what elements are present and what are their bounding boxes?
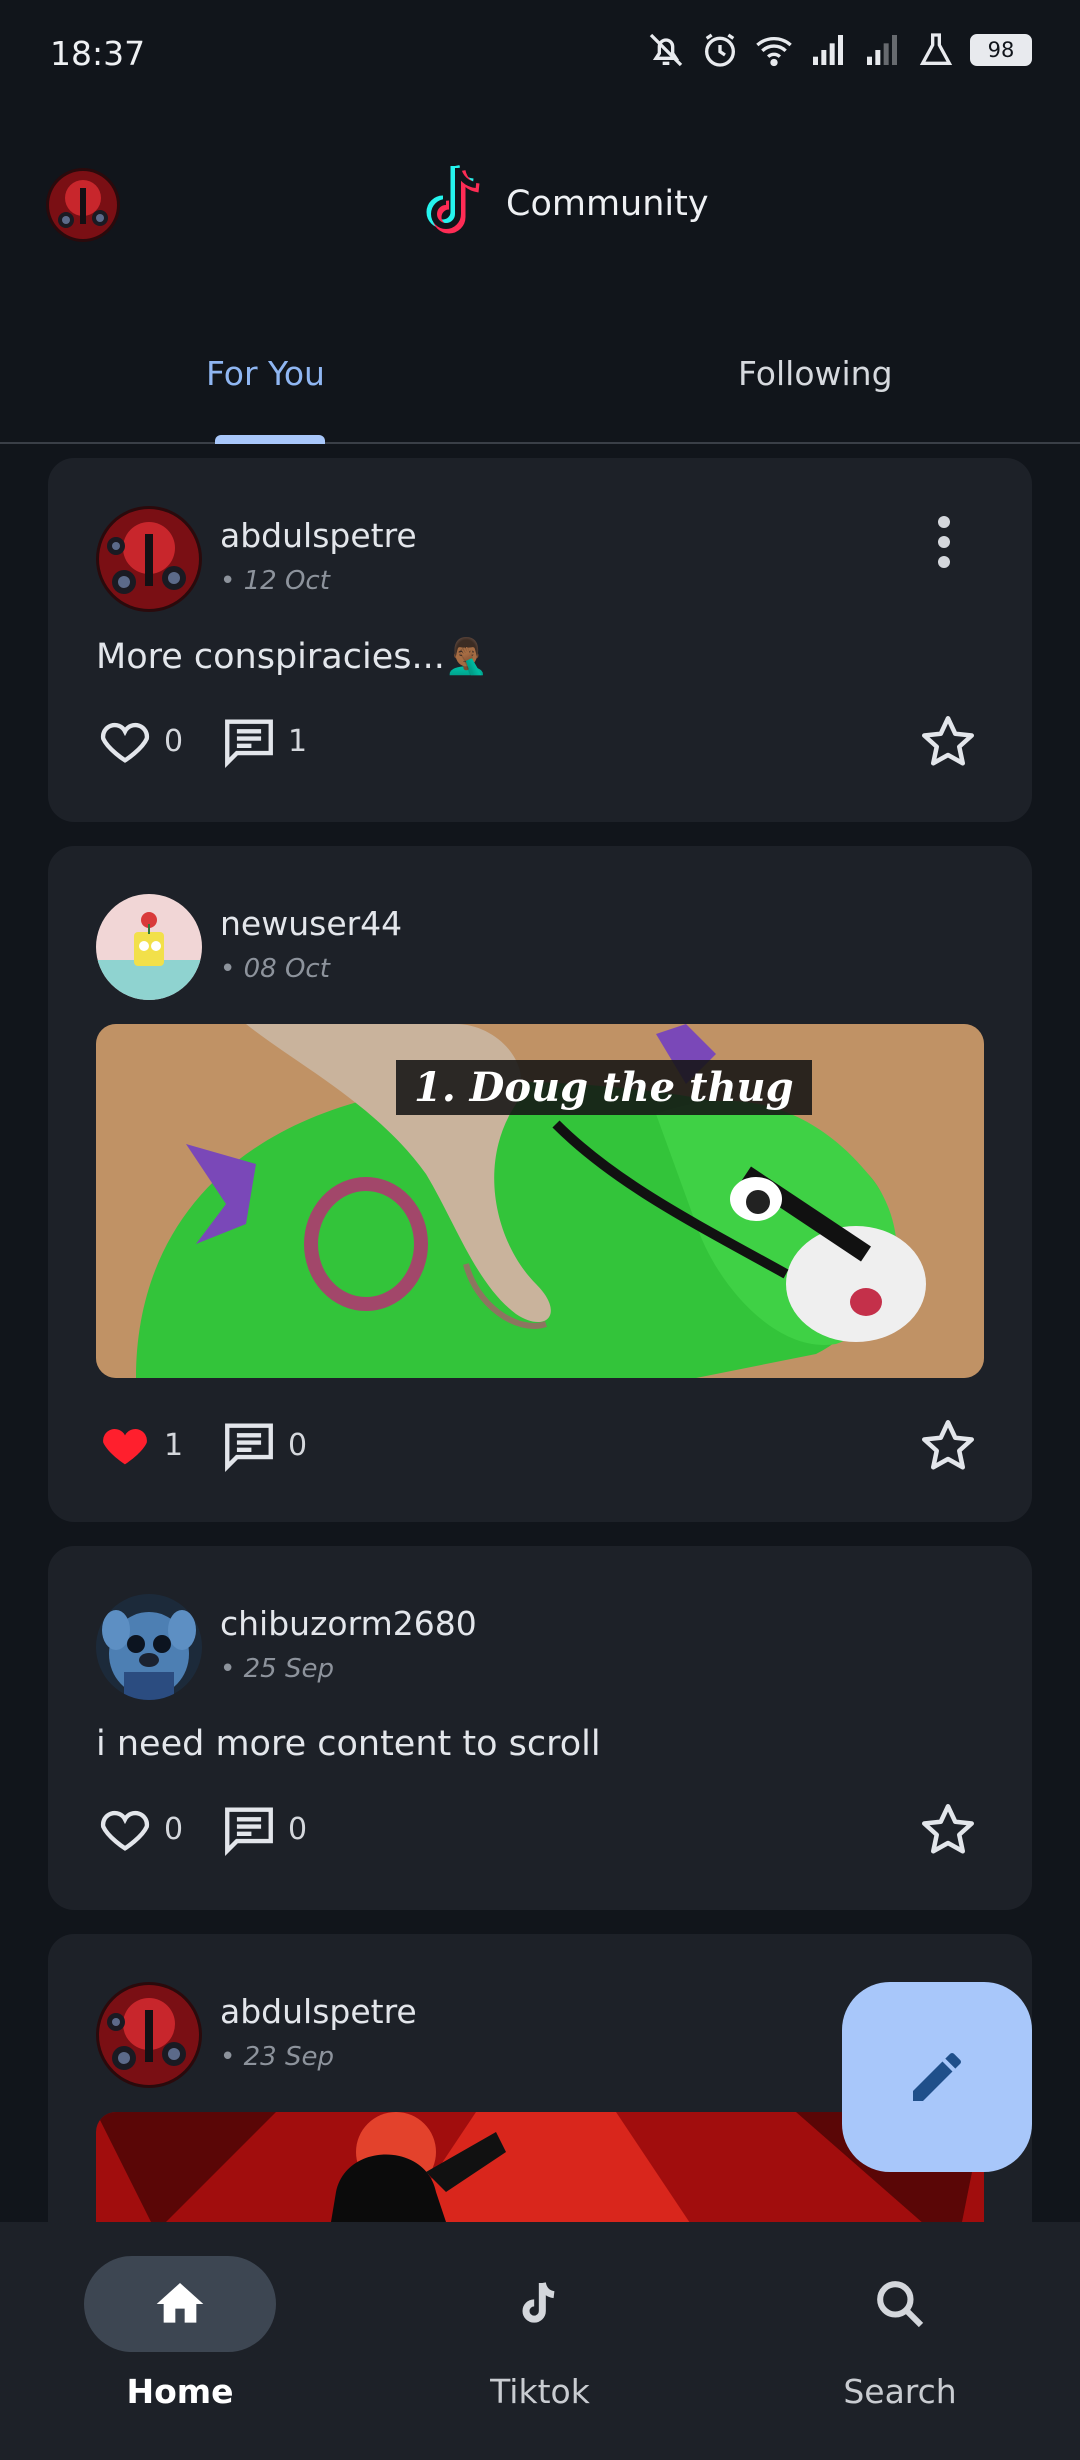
- search-icon: [877, 2281, 924, 2328]
- feed-tabs: For You Following: [0, 330, 1080, 444]
- post-card[interactable]: newuser44 • 08 Oct 1. Doug the thug 1 0: [48, 846, 1032, 1522]
- author-avatar[interactable]: [96, 1594, 202, 1700]
- like-count: 0: [164, 1811, 184, 1847]
- post-date: • 08 Oct: [220, 954, 330, 984]
- image-caption: 1. Doug the thug: [396, 1060, 812, 1115]
- signal-icon: [813, 35, 843, 65]
- post-actions: 0 1: [96, 712, 326, 770]
- post-card[interactable]: chibuzorm2680 • 25 Sep i need more conte…: [48, 1546, 1032, 1910]
- nav-home[interactable]: Home: [60, 2256, 300, 2436]
- comment-count: 1: [288, 723, 308, 759]
- star-icon[interactable]: [918, 1800, 978, 1860]
- author-avatar[interactable]: [96, 506, 202, 612]
- like-icon[interactable]: [96, 1800, 154, 1858]
- flask-icon: [919, 33, 953, 65]
- tiktok-logo: [426, 164, 480, 234]
- author-username[interactable]: newuser44: [220, 904, 402, 943]
- comment-count: 0: [288, 1427, 308, 1463]
- status-bar: 18:37 98: [0, 0, 1080, 110]
- tab-following[interactable]: Following: [738, 354, 893, 393]
- tiktok-icon: [522, 2282, 555, 2323]
- status-time: 18:37: [50, 34, 146, 73]
- profile-avatar[interactable]: [46, 168, 120, 242]
- wifi-icon: [756, 37, 792, 67]
- like-icon[interactable]: [96, 712, 154, 770]
- post-card[interactable]: abdulspetre • 12 Oct More conspiracies..…: [48, 458, 1032, 822]
- alarm-icon: [705, 33, 735, 67]
- bottom-navigation: Home Tiktok Search: [0, 2222, 1080, 2460]
- nav-search[interactable]: Search: [780, 2256, 1020, 2436]
- star-icon[interactable]: [918, 712, 978, 772]
- nav-label: Search: [843, 2372, 957, 2411]
- author-avatar[interactable]: [96, 894, 202, 1000]
- page-title: Community: [506, 184, 709, 224]
- bell-off-icon: [649, 33, 683, 67]
- pencil-icon: [913, 2052, 961, 2101]
- author-username[interactable]: chibuzorm2680: [220, 1604, 477, 1643]
- like-icon-active[interactable]: [96, 1416, 154, 1474]
- comment-icon[interactable]: [220, 1800, 278, 1858]
- author-username[interactable]: abdulspetre: [220, 1992, 417, 2031]
- post-date: • 25 Sep: [220, 1654, 334, 1684]
- signal-icon-2: [867, 35, 897, 65]
- status-icons: 98: [646, 30, 1032, 70]
- nav-label: Tiktok: [490, 2372, 590, 2411]
- post-text: i need more content to scroll: [96, 1724, 601, 1764]
- more-vert-icon[interactable]: [936, 514, 952, 570]
- home-icon: [156, 2283, 204, 2323]
- post-actions: 1 0: [96, 1416, 326, 1474]
- battery-level: 98: [973, 37, 1029, 63]
- post-image[interactable]: 1. Doug the thug: [96, 1024, 984, 1378]
- post-date: • 12 Oct: [220, 566, 330, 596]
- post-text: More conspiracies...🤦🏾‍♂️: [96, 637, 489, 677]
- author-username[interactable]: abdulspetre: [220, 516, 417, 555]
- nav-tiktok[interactable]: Tiktok: [420, 2256, 660, 2436]
- comment-icon[interactable]: [220, 1416, 278, 1474]
- like-count: 1: [164, 1427, 184, 1463]
- like-count: 0: [164, 723, 184, 759]
- post-actions: 0 0: [96, 1800, 326, 1858]
- comment-icon[interactable]: [220, 712, 278, 770]
- create-post-button[interactable]: [842, 1982, 1032, 2172]
- post-date: • 23 Sep: [220, 2042, 334, 2072]
- tab-active-indicator: [215, 435, 325, 444]
- battery-icon: 98: [970, 34, 1032, 66]
- post-feed[interactable]: abdulspetre • 12 Oct More conspiracies..…: [0, 444, 1080, 2222]
- author-avatar[interactable]: [96, 1982, 202, 2088]
- tab-for-you[interactable]: For You: [206, 354, 325, 393]
- star-icon[interactable]: [918, 1416, 978, 1476]
- brand: Community: [418, 162, 709, 246]
- nav-label: Home: [126, 2372, 234, 2411]
- comment-count: 0: [288, 1811, 308, 1847]
